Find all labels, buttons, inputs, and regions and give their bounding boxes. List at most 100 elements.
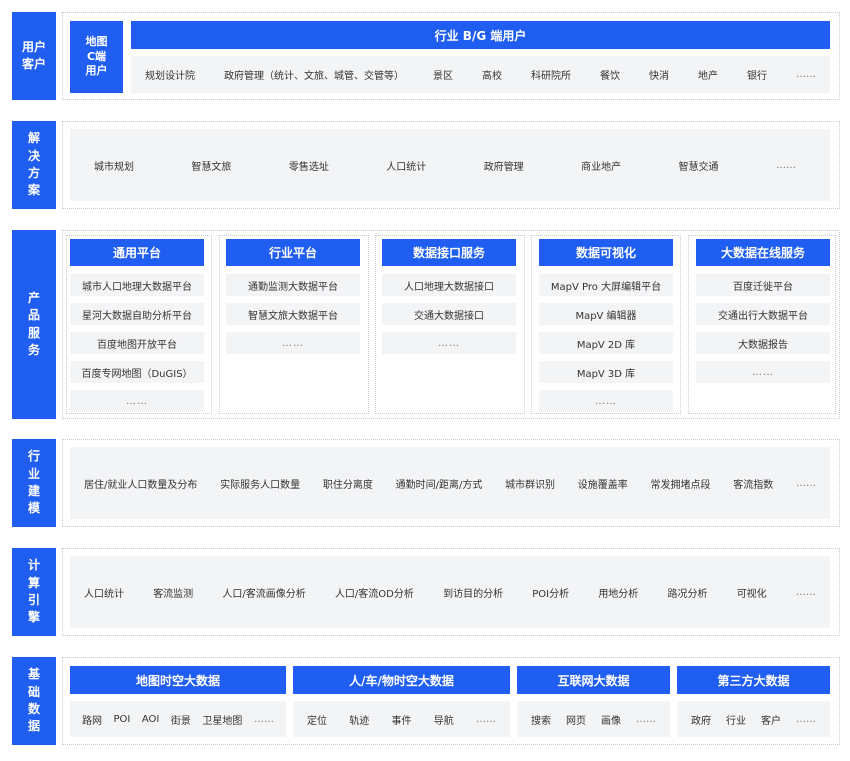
engine-item: 可视化 (736, 588, 767, 600)
product-header: 通用平台 (70, 239, 204, 266)
product-item: MapV 2D 库 (539, 332, 673, 354)
modeling-item: …… (796, 477, 816, 489)
modeling-item: 城市群识别 (505, 479, 556, 491)
base-data-item: …… (636, 713, 656, 725)
base-group-header: 人/车/物时空大数据 (293, 666, 510, 694)
product-item: MapV Pro 大屏编辑平台 (539, 274, 673, 296)
base-data-item: 网页 (566, 715, 586, 727)
product-item: …… (382, 332, 516, 354)
product-item: MapV 编辑器 (539, 303, 673, 325)
product-item: 百度地图开放平台 (70, 332, 204, 354)
base-group-items: 路网 POI AOI 街景 卫星地图 …… (70, 701, 286, 737)
base-data-item: 画像 (601, 715, 621, 727)
row-label-engine: 计 算 引 擎 (12, 548, 56, 636)
modeling-item: 客流指数 (733, 479, 774, 491)
product-header: 行业平台 (226, 239, 360, 266)
product-item: 交通大数据接口 (382, 303, 516, 325)
base-data-item: …… (253, 713, 274, 725)
solutions-panel: 城市规划 智慧文旅 零售选址 人口统计 政府管理 商业地产 智慧交通 …… (70, 129, 830, 201)
modeling-item: 常发拥堵点段 (650, 479, 711, 491)
product-item: …… (70, 390, 204, 412)
solution-item: 人口统计 (386, 161, 427, 173)
product-item: 星河大数据自助分析平台 (70, 303, 204, 325)
engine-item: POI分析 (532, 588, 570, 600)
solution-item: 城市规划 (94, 161, 134, 173)
base-data-item: 政府 (691, 715, 711, 727)
solution-item: 智慧文旅 (191, 161, 232, 173)
industry-user-item: 餐饮 (600, 71, 620, 82)
base-data-item: …… (476, 713, 496, 725)
solution-list: 城市规划 智慧文旅 零售选址 人口统计 政府管理 商业地产 智慧交通 …… (94, 129, 796, 201)
base-group-header: 第三方大数据 (677, 666, 830, 694)
row-label-solutions: 解 决 方 案 (12, 121, 56, 209)
row-label-users: 用户 客户 (12, 12, 56, 100)
solution-item: 政府管理 (483, 161, 524, 173)
product-item: 智慧文旅大数据平台 (226, 303, 360, 325)
industry-user-item: 科研院所 (531, 71, 571, 82)
product-item: 百度迁徙平台 (696, 274, 830, 296)
base-data-item: 事件 (391, 715, 412, 727)
base-data-item: 客户 (761, 715, 781, 727)
product-item: …… (539, 390, 673, 412)
engine-item: 人口/客流OD分析 (334, 588, 414, 600)
base-data-item: 路网 (82, 715, 102, 727)
base-data-item: 轨迹 (349, 715, 370, 727)
modeling-item: 设施覆盖率 (577, 479, 628, 491)
base-data-item: 定位 (307, 715, 327, 727)
industry-user-list: 规划设计院 政府管理（统计、文旅、城管、交管等） 景区 高校 科研院所 餐饮 快… (145, 56, 816, 93)
base-group-header: 互联网大数据 (517, 666, 670, 694)
industry-user-item: 地产 (698, 71, 718, 82)
modeling-item: 职住分离度 (322, 479, 373, 491)
product-header: 数据接口服务 (382, 239, 516, 266)
modeling-item: 通勤时间/距离/方式 (395, 479, 483, 491)
row-label-modeling: 行 业 建 模 (12, 439, 56, 527)
base-data-item: 街景 (170, 715, 191, 727)
modeling-item: 实际服务人口数量 (220, 479, 301, 491)
row-label-base: 基 础 数 据 (12, 657, 56, 745)
engine-item: 路况分析 (667, 588, 708, 600)
engine-item: 人口统计 (84, 588, 124, 600)
c-end-users-box: 地图 C端 用户 (70, 21, 123, 93)
base-data-item: AOI (141, 713, 160, 725)
modeling-list: 居住/就业人口数量及分布 实际服务人口数量 职住分离度 通勤时间/距离/方式 城… (84, 447, 816, 519)
engine-item: 用地分析 (598, 588, 639, 600)
modeling-item: 居住/就业人口数量及分布 (84, 479, 198, 491)
product-header: 大数据在线服务 (696, 239, 830, 266)
base-group-items: 搜索 网页 画像 …… (517, 701, 670, 737)
product-item: 大数据报告 (696, 332, 830, 354)
industry-user-item: 景区 (433, 71, 453, 82)
solution-item: …… (775, 159, 796, 171)
engine-item: 客流监测 (153, 588, 194, 600)
industry-user-item: 高校 (482, 71, 502, 82)
industry-users-panel: 规划设计院 政府管理（统计、文旅、城管、交管等） 景区 高校 科研院所 餐饮 快… (131, 56, 830, 93)
base-data-item: …… (796, 713, 816, 725)
product-item: 交通出行大数据平台 (696, 303, 830, 325)
engine-item: …… (795, 586, 816, 598)
base-group-items: 政府 行业 客户 …… (677, 701, 830, 737)
industry-user-item: 银行 (747, 71, 767, 82)
engine-list: 人口统计 客流监测 人口/客流画像分析 人口/客流OD分析 到访目的分析 POI… (84, 556, 816, 628)
base-data-item: 卫星地图 (202, 715, 243, 727)
row-label-products: 产 品 服 务 (12, 230, 56, 419)
industry-user-item: …… (796, 69, 816, 80)
solution-item: 商业地产 (581, 161, 622, 173)
base-group-header: 地图时空大数据 (70, 666, 286, 694)
product-item: 通勤监测大数据平台 (226, 274, 360, 296)
product-item: 人口地理大数据接口 (382, 274, 516, 296)
product-header: 数据可视化 (539, 239, 673, 266)
industry-user-item: 政府管理（统计、文旅、城管、交管等） (224, 71, 404, 82)
solution-item: 零售选址 (288, 161, 329, 173)
base-data-item: POI (113, 713, 131, 725)
product-item: MapV 3D 库 (539, 361, 673, 383)
modeling-panel: 居住/就业人口数量及分布 实际服务人口数量 职住分离度 通勤时间/距离/方式 城… (70, 447, 830, 519)
product-item: …… (226, 332, 360, 354)
base-data-item: 导航 (433, 715, 454, 727)
engine-panel: 人口统计 客流监测 人口/客流画像分析 人口/客流OD分析 到访目的分析 POI… (70, 556, 830, 628)
product-item: …… (696, 361, 830, 383)
product-item: 百度专网地图（DuGIS） (70, 361, 204, 383)
product-item: 城市人口地理大数据平台 (70, 274, 204, 296)
base-data-item: 搜索 (531, 715, 551, 727)
industry-user-item: 快消 (649, 71, 669, 82)
industry-user-item: 规划设计院 (145, 71, 195, 82)
solution-item: 智慧交通 (678, 161, 719, 173)
